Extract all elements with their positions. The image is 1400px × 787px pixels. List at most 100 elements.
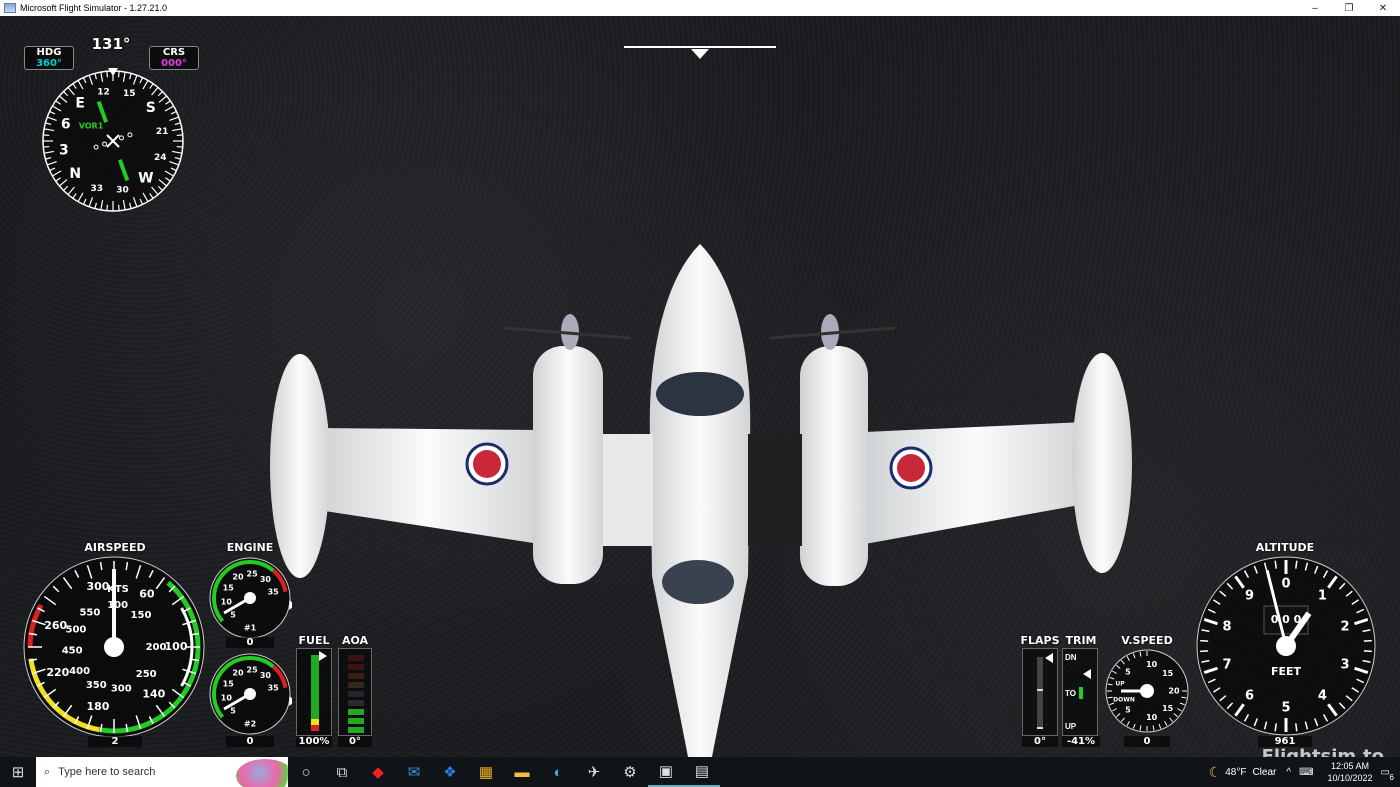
screenshot-app-icon[interactable]: ▤ bbox=[684, 757, 720, 787]
asi-inner-label: 550 bbox=[79, 608, 100, 619]
aoa-segment bbox=[348, 709, 364, 715]
app-red-diamond-icon[interactable]: ◆ bbox=[360, 757, 396, 787]
alt-digit: 6 bbox=[1245, 689, 1254, 704]
hdg-label: HDG bbox=[36, 47, 62, 58]
fuel-track bbox=[311, 655, 319, 731]
alt-tick bbox=[1200, 650, 1209, 653]
store-icon[interactable]: ▦ bbox=[468, 757, 504, 787]
aoa-gauge bbox=[338, 648, 372, 736]
asi-outer-label: 180 bbox=[86, 700, 109, 713]
engine-scale-label: 10 bbox=[221, 598, 233, 607]
crs-label: CRS bbox=[162, 47, 186, 58]
asi-outer-label: 100 bbox=[165, 640, 188, 653]
engine-scale-label: 10 bbox=[221, 694, 233, 703]
compass-label: 12 bbox=[97, 87, 110, 97]
windows-start-icon[interactable]: ⊞ bbox=[0, 757, 36, 787]
engine-scale-label: 5 bbox=[230, 706, 236, 715]
flight-simulator-taskbar-icon[interactable]: ▣ bbox=[648, 757, 684, 787]
sim-viewport[interactable]: HDG 360° CRS 000° 131° 12 15 S 21 24 W 30 33 N 3 6… bbox=[0, 16, 1400, 757]
asi-inner-label: 250 bbox=[136, 669, 157, 680]
compass-tick bbox=[176, 145, 183, 148]
compass-label: 15 bbox=[123, 89, 136, 99]
alt-digit: 8 bbox=[1223, 619, 1232, 634]
task-view-icon[interactable]: ⧉ bbox=[324, 757, 360, 787]
asi-outer-label: 220 bbox=[46, 666, 69, 679]
trim-up-label: UP bbox=[1065, 722, 1077, 731]
cortana-icon[interactable]: ○ bbox=[288, 757, 324, 787]
aoa-segment bbox=[348, 700, 364, 706]
restore-button[interactable]: ❐ bbox=[1332, 0, 1366, 16]
airspeed-gauge: 6010014018022026030010015020025030035040… bbox=[23, 556, 205, 738]
minimize-button[interactable]: – bbox=[1298, 0, 1332, 16]
airspeed-title: AIRSPEED bbox=[84, 541, 146, 554]
aoa-readout: 0° bbox=[338, 736, 372, 747]
vspeed-gauge: 510152015105UPDOWN bbox=[1105, 649, 1189, 733]
compass-tick bbox=[117, 204, 120, 211]
asi-inner-label: 400 bbox=[69, 666, 90, 677]
engine1-label: #1 bbox=[244, 624, 257, 633]
compass-tick bbox=[176, 134, 183, 137]
alt-drum: 0 0 0 bbox=[1271, 613, 1302, 626]
vsi-label: 5 bbox=[1125, 706, 1131, 715]
aoa-segment bbox=[348, 682, 364, 688]
vsi-up-label: UP bbox=[1115, 681, 1125, 688]
aoa-segment bbox=[348, 691, 364, 697]
alt-unit: FEET bbox=[1271, 665, 1302, 678]
compass-tick bbox=[43, 134, 50, 137]
compass-tick bbox=[43, 145, 50, 148]
taskbar: ⊞ ⌕ Type here to search ○ ⧉ ◆ ✉ ❖ ▦ ▬ ◐ … bbox=[0, 757, 1400, 787]
alt-digit: 3 bbox=[1340, 658, 1349, 673]
engine-scale-label: 15 bbox=[223, 583, 235, 592]
compass-tick bbox=[106, 204, 109, 211]
edge-browser-icon[interactable]: ◐ bbox=[540, 757, 576, 787]
system-tray: ☾ 48°F Clear ^ ⌨ 12:05 AM 10/10/2022 ▭ 6 bbox=[1209, 757, 1400, 787]
taskbar-search-input[interactable]: ⌕ Type here to search bbox=[36, 757, 288, 787]
engine-scale-label: 15 bbox=[223, 679, 235, 688]
engine-scale-label: 20 bbox=[232, 669, 244, 678]
asi-unit: KTS bbox=[107, 584, 129, 595]
trim-dn-label: DN bbox=[1065, 653, 1077, 662]
flaps-pointer bbox=[1045, 653, 1053, 663]
compass-label: S bbox=[146, 100, 156, 116]
alt-digit: 7 bbox=[1223, 658, 1232, 673]
weather-temp[interactable]: 48°F bbox=[1225, 767, 1246, 778]
alt-tick bbox=[1363, 650, 1372, 653]
keyboard-icon[interactable]: ⌨ bbox=[1299, 767, 1313, 778]
compass-label: 33 bbox=[90, 184, 103, 194]
mail-icon[interactable]: ✉ bbox=[396, 757, 432, 787]
taskbar-clock[interactable]: 12:05 AM 10/10/2022 bbox=[1328, 760, 1373, 784]
aoa-segment bbox=[348, 655, 364, 661]
flaps-gauge bbox=[1022, 648, 1058, 736]
alt-tick bbox=[1200, 639, 1209, 642]
alt-tick bbox=[1274, 560, 1277, 569]
trim-to-label: TO bbox=[1065, 689, 1076, 698]
dropbox-icon[interactable]: ❖ bbox=[432, 757, 468, 787]
asi-inner-label: 100 bbox=[107, 600, 128, 611]
asi-inner-label: 350 bbox=[86, 680, 107, 691]
search-highlight-icon bbox=[236, 759, 288, 787]
weather-moon-icon: ☾ bbox=[1208, 763, 1222, 780]
heading-readout: 131° bbox=[91, 35, 131, 53]
tray-chevron-icon[interactable]: ^ bbox=[1286, 767, 1291, 778]
compass-label: W bbox=[138, 171, 153, 187]
engine-scale-label: 25 bbox=[247, 570, 259, 579]
flight-app-icon[interactable]: ✈ bbox=[576, 757, 612, 787]
asi-inner-label: 450 bbox=[62, 646, 83, 657]
alt-tick bbox=[1363, 639, 1372, 642]
fuel-pointer bbox=[319, 651, 327, 661]
aoa-segment bbox=[348, 664, 364, 670]
engine2-gauge: 5 10 1520 2530 35 #2 bbox=[209, 653, 292, 735]
aoa-title: AOA bbox=[341, 634, 369, 647]
settings-wheel-icon[interactable]: ⚙ bbox=[612, 757, 648, 787]
weather-text[interactable]: Clear bbox=[1252, 767, 1276, 778]
window-titlebar: Microsoft Flight Simulator - 1.27.21.0 –… bbox=[0, 0, 1400, 16]
engine-scale-label: 35 bbox=[268, 683, 280, 692]
compass-label: 24 bbox=[154, 153, 167, 163]
close-button[interactable]: ✕ bbox=[1366, 0, 1400, 16]
engine-scale-label: 35 bbox=[268, 587, 280, 596]
alt-digit: 1 bbox=[1318, 588, 1327, 603]
search-placeholder: Type here to search bbox=[58, 766, 156, 778]
engine-scale-label: 30 bbox=[260, 575, 272, 584]
file-explorer-icon[interactable]: ▬ bbox=[504, 757, 540, 787]
notification-icon[interactable]: ▭ 6 bbox=[1381, 767, 1394, 782]
